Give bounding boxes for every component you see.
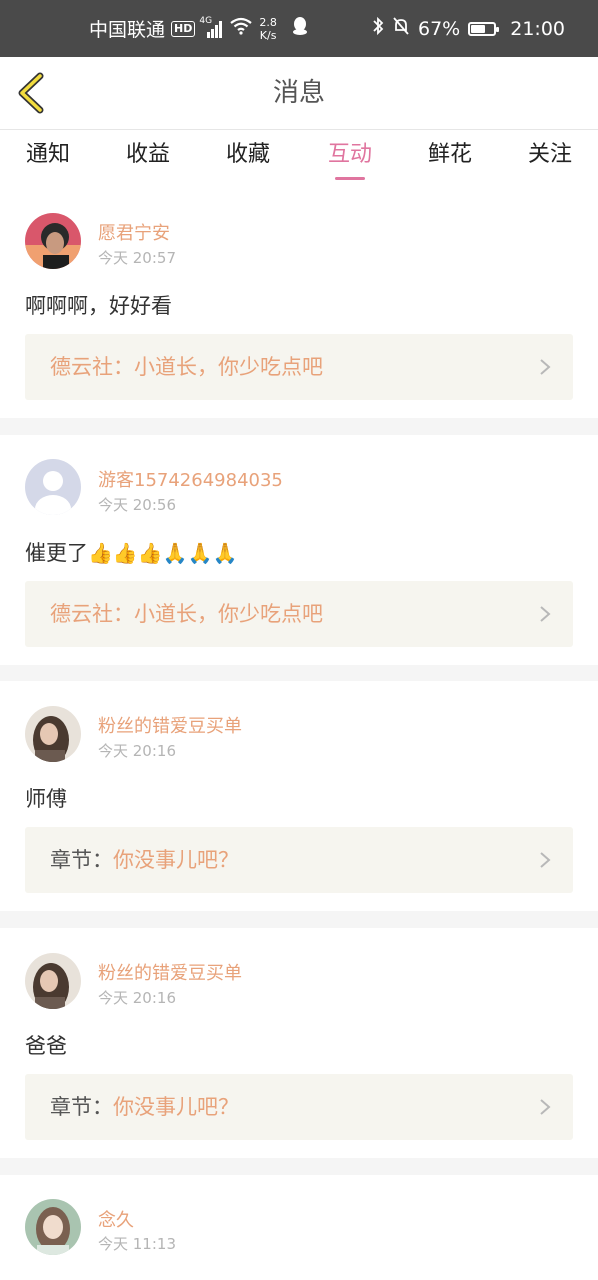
comment-text: 催更了👍👍👍🙏🙏🙏 xyxy=(25,537,237,567)
timestamp: 今天 20:57 xyxy=(98,249,176,267)
tab-label: 关注 xyxy=(527,142,572,167)
ref-title: 小道长，你少吃点吧 xyxy=(134,602,323,626)
avatar[interactable] xyxy=(25,953,81,1009)
signal-icon: 4G xyxy=(199,16,223,38)
comment-text: 啊啊啊，好好看 xyxy=(25,294,172,318)
mute-bell-icon xyxy=(392,16,410,41)
message-card[interactable]: 念久 今天 11:13 xyxy=(0,1175,598,1280)
message-card[interactable]: 粉丝的错爱豆买单 今天 20:16 师傅 章节：你没事儿吧？ xyxy=(0,681,598,911)
speed-value: 2.8 xyxy=(259,15,277,29)
avatar[interactable] xyxy=(25,706,81,762)
tab-label: 收益 xyxy=(125,142,170,167)
tab-bar: 通知 收益 收藏 互动 鲜花 关注 xyxy=(0,130,598,188)
battery-icon xyxy=(468,21,500,36)
network-type-label: 4G xyxy=(199,15,213,26)
timestamp: 今天 20:56 xyxy=(98,496,176,514)
username[interactable]: 粉丝的错爱豆买单 xyxy=(98,712,242,738)
battery-percent: 67% xyxy=(418,17,461,40)
tab-label: 收藏 xyxy=(225,142,270,167)
reference-box[interactable]: 章节：你没事儿吧？ xyxy=(25,827,573,893)
comment-text: 师傅 xyxy=(25,787,67,811)
page-title: 消息 xyxy=(272,78,325,108)
tab-notifications[interactable]: 通知 xyxy=(8,130,88,188)
ref-prefix: 章节： xyxy=(50,848,113,872)
status-right: 67% 21:00 xyxy=(372,0,565,57)
carrier-label: 中国联通 xyxy=(89,19,166,41)
clock: 21:00 xyxy=(510,17,565,40)
active-tab-indicator xyxy=(335,177,365,180)
ref-title: 小道长，你少吃点吧 xyxy=(134,355,323,379)
tab-label: 通知 xyxy=(25,142,70,167)
message-card[interactable]: 游客1574264984035 今天 20:56 催更了👍👍👍🙏🙏🙏 德云社：小… xyxy=(0,435,598,665)
timestamp: 今天 11:13 xyxy=(98,1235,176,1253)
ref-prefix: 德云社： xyxy=(50,355,134,379)
avatar[interactable] xyxy=(25,459,81,515)
tab-following[interactable]: 关注 xyxy=(510,130,590,188)
battery-fill xyxy=(471,24,486,33)
status-bar: 中国联通 HD 4G 2.8 K/s 67% 21:00 xyxy=(0,0,598,57)
qq-penguin-icon xyxy=(291,16,309,41)
emoji-group: 👍👍👍🙏🙏🙏 xyxy=(88,541,238,565)
comment-text: 爸爸 xyxy=(25,1034,67,1058)
username[interactable]: 念久 xyxy=(98,1206,134,1232)
tab-interactions[interactable]: 互动 xyxy=(310,130,390,188)
chevron-right-icon xyxy=(540,359,551,375)
timestamp: 今天 20:16 xyxy=(98,742,176,760)
message-card[interactable]: 粉丝的错爱豆买单 今天 20:16 爸爸 章节：你没事儿吧？ xyxy=(0,928,598,1158)
avatar[interactable] xyxy=(25,213,81,269)
network-speed: 2.8 K/s xyxy=(259,16,277,42)
tab-label: 互动 xyxy=(327,142,372,167)
tab-label: 鲜花 xyxy=(427,142,472,167)
ref-title: 你没事儿吧？ xyxy=(113,1095,239,1119)
chevron-right-icon xyxy=(540,1099,551,1115)
comment-text-main: 催更了 xyxy=(25,541,88,565)
reference-box[interactable]: 德云社：小道长，你少吃点吧 xyxy=(25,581,573,647)
bluetooth-icon xyxy=(372,16,384,41)
tab-favorites[interactable]: 收藏 xyxy=(208,130,288,188)
status-left: 中国联通 HD 4G 2.8 K/s xyxy=(89,0,309,57)
back-button[interactable] xyxy=(14,71,54,115)
username[interactable]: 游客1574264984035 xyxy=(98,466,283,492)
hd-badge: HD xyxy=(171,20,196,37)
ref-title: 你没事儿吧？ xyxy=(113,848,239,872)
tab-flowers[interactable]: 鲜花 xyxy=(410,130,490,188)
avatar[interactable] xyxy=(25,1199,81,1255)
header-bar: 消息 xyxy=(0,57,598,130)
back-chevron-icon xyxy=(18,72,44,114)
ref-prefix: 德云社： xyxy=(50,602,134,626)
tab-earnings[interactable]: 收益 xyxy=(108,130,188,188)
speed-unit: K/s xyxy=(259,28,277,42)
chevron-right-icon xyxy=(540,606,551,622)
reference-box[interactable]: 章节：你没事儿吧？ xyxy=(25,1074,573,1140)
username[interactable]: 愿君宁安 xyxy=(98,219,170,245)
chevron-right-icon xyxy=(540,852,551,868)
message-card[interactable]: 愿君宁安 今天 20:57 啊啊啊，好好看 德云社：小道长，你少吃点吧 xyxy=(0,188,598,418)
username[interactable]: 粉丝的错爱豆买单 xyxy=(98,959,242,985)
timestamp: 今天 20:16 xyxy=(98,989,176,1007)
ref-prefix: 章节： xyxy=(50,1095,113,1119)
reference-box[interactable]: 德云社：小道长，你少吃点吧 xyxy=(25,334,573,400)
wifi-icon xyxy=(229,17,253,40)
